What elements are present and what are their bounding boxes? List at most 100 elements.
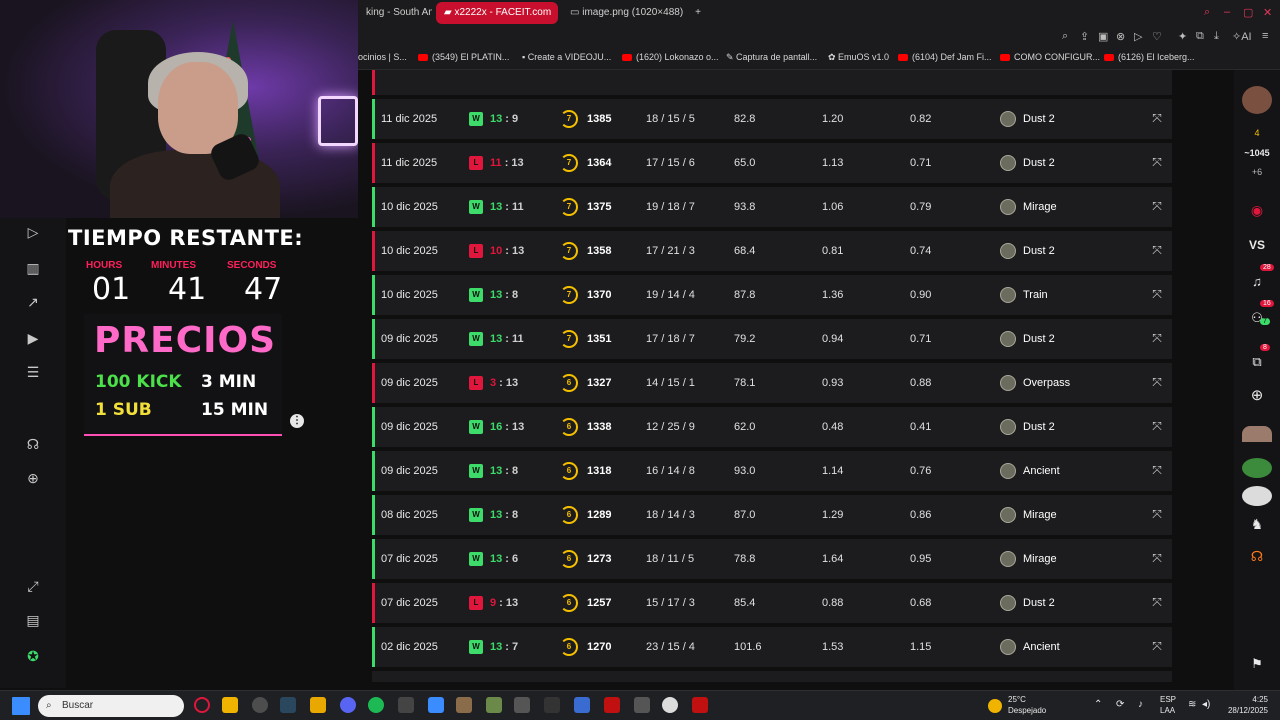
play-icon[interactable]: ▷ xyxy=(1134,30,1142,43)
network-icon[interactable]: ⟳ xyxy=(1116,699,1124,710)
chat-icon[interactable]: ⧉ xyxy=(1242,354,1272,370)
table-row[interactable] xyxy=(372,671,1172,682)
expand-match-icon[interactable]: ⤧ xyxy=(1150,551,1164,565)
trend-icon[interactable]: ↗ xyxy=(22,292,44,312)
bookmark-item[interactable]: ✎ Captura de pantall... xyxy=(726,52,817,63)
table-row[interactable]: 10 dic 2025 W 13 : 11 7 1375 19 / 18 / 7 93.8 1… xyxy=(372,187,1172,227)
new-tab-button[interactable]: + xyxy=(690,2,706,24)
table-row[interactable]: 10 dic 2025 L 10 : 13 7 1358 17 / 21 / 3 68.4 0… xyxy=(372,231,1172,271)
tab-image[interactable]: ▭ image.png (1020×488) xyxy=(562,2,688,24)
notes-icon[interactable] xyxy=(428,697,444,713)
video-icon[interactable]: ▶ xyxy=(22,328,44,348)
table-row[interactable]: 09 dic 2025 W 16 : 13 6 1338 12 / 25 / 9 62.0 0… xyxy=(372,407,1172,447)
table-row[interactable]: 08 dic 2025 W 13 : 8 6 1289 18 / 14 / 3 87.0 1.… xyxy=(372,495,1172,535)
maximize-icon[interactable]: ▢ xyxy=(1243,6,1253,19)
friend-avatar[interactable] xyxy=(1242,426,1272,442)
expand-match-icon[interactable]: ⤧ xyxy=(1150,199,1164,213)
add-friend-icon[interactable]: ⊕ xyxy=(1242,386,1272,404)
opera-icon[interactable] xyxy=(194,697,210,713)
table-row[interactable] xyxy=(372,70,1172,95)
expand-icon[interactable]: ⤢ xyxy=(22,576,44,596)
expand-match-icon[interactable]: ⤧ xyxy=(1150,419,1164,433)
table-row[interactable]: 07 dic 2025 L 9 : 13 6 1257 15 / 17 / 3 85.4 0.… xyxy=(372,583,1172,623)
support-icon[interactable]: ☊ xyxy=(1242,548,1272,565)
friend-avatar[interactable] xyxy=(1242,486,1272,506)
table-row[interactable]: 09 dic 2025 L 3 : 13 6 1327 14 / 15 / 1 78.1 0.… xyxy=(372,363,1172,403)
puzzle-icon[interactable]: ⧉ xyxy=(1196,30,1204,43)
extensions-icon[interactable]: ✦ xyxy=(1178,30,1187,43)
spotify-icon[interactable] xyxy=(368,697,384,713)
expand-match-icon[interactable]: ⤧ xyxy=(1150,243,1164,257)
mic-icon[interactable]: ♪ xyxy=(1138,699,1143,710)
expand-match-icon[interactable]: ⤧ xyxy=(1150,507,1164,521)
bookmark-item[interactable]: (6126) El Iceberg... xyxy=(1104,52,1195,62)
add-icon[interactable]: ⊕ xyxy=(22,468,44,488)
tab-faceit[interactable]: ▰ x2222x - FACEIT.com xyxy=(436,2,558,24)
weather-widget[interactable]: 25°C Despejado xyxy=(1008,694,1046,716)
star-icon[interactable]: ✪ xyxy=(22,646,44,666)
taskbar-search[interactable]: ⌕ Buscar xyxy=(38,695,184,717)
friend-avatar[interactable] xyxy=(1242,458,1272,478)
wifi-icon[interactable]: ≋ xyxy=(1188,699,1196,710)
expand-match-icon[interactable]: ⤧ xyxy=(1150,463,1164,477)
minimize-icon[interactable]: – xyxy=(1224,6,1230,18)
expand-match-icon[interactable]: ⤧ xyxy=(1150,111,1164,125)
bell-icon[interactable]: ♫ xyxy=(1242,274,1272,289)
car-icon[interactable] xyxy=(514,697,530,713)
volume-icon[interactable]: ◂) xyxy=(1202,699,1210,710)
close-icon[interactable]: ✕ xyxy=(1263,6,1272,19)
search-icon[interactable]: ⌕ xyxy=(1204,6,1210,19)
block-icon[interactable]: ⊗ xyxy=(1116,30,1125,43)
expand-match-icon[interactable]: ⤧ xyxy=(1150,375,1164,389)
share-icon[interactable]: ⇪ xyxy=(1080,30,1089,43)
obs-icon[interactable] xyxy=(662,697,678,713)
friend-avatar[interactable]: ♞ xyxy=(1242,516,1272,533)
avatar[interactable] xyxy=(1242,86,1272,114)
bookmark-item[interactable]: (1620) Lokonazo o... xyxy=(622,52,719,62)
table-row[interactable]: 09 dic 2025 W 13 : 11 7 1351 17 / 18 / 7 79.2 0… xyxy=(372,319,1172,359)
table-row[interactable]: 10 dic 2025 W 13 : 8 7 1370 19 / 14 / 4 87.8 1.… xyxy=(372,275,1172,315)
zoom-icon[interactable]: ⌕ xyxy=(1062,30,1068,43)
expand-match-icon[interactable]: ⤧ xyxy=(1150,595,1164,609)
app-icon[interactable] xyxy=(634,697,650,713)
language-indicator[interactable]: ESP LAA xyxy=(1160,694,1176,716)
list-icon[interactable]: ☰ xyxy=(22,362,44,382)
table-row[interactable]: 02 dic 2025 W 13 : 7 6 1270 23 / 15 / 4 101.6 1… xyxy=(372,627,1172,667)
download-icon[interactable]: ⤓ xyxy=(1214,30,1219,43)
bookmark-item[interactable]: COMO CONFIGUR... xyxy=(1000,52,1100,62)
expand-match-icon[interactable]: ⤧ xyxy=(1150,287,1164,301)
ai-button[interactable]: ✧AI xyxy=(1232,30,1252,43)
tab-ranking[interactable]: king - South Am xyxy=(358,2,432,24)
table-row[interactable]: 09 dic 2025 W 13 : 8 6 1318 16 / 14 / 8 93.0 1.… xyxy=(372,451,1172,491)
app-icon[interactable] xyxy=(398,697,414,713)
heart-icon[interactable]: ♡ xyxy=(1152,30,1162,43)
steam-icon[interactable] xyxy=(280,697,296,713)
bookmark-item[interactable]: (3549) El PLATIN... xyxy=(418,52,509,62)
table-row[interactable]: 11 dic 2025 W 13 : 9 7 1385 18 / 15 / 5 82.8 1.… xyxy=(372,99,1172,139)
info-icon[interactable]: ⋮ xyxy=(290,414,304,428)
tray-expand-icon[interactable]: ⌃ xyxy=(1094,699,1102,710)
faceit-logo-icon[interactable]: ⚑ xyxy=(1242,656,1272,672)
bookmark-item[interactable]: (6104) Def Jam Fi... xyxy=(898,52,992,62)
app-icon[interactable] xyxy=(544,697,560,713)
table-row[interactable]: 07 dic 2025 W 13 : 6 6 1273 18 / 11 / 5 78.8 1.… xyxy=(372,539,1172,579)
party-icon[interactable]: ◉ xyxy=(1242,202,1272,219)
app-icon[interactable] xyxy=(604,697,620,713)
app-icon[interactable] xyxy=(692,697,708,713)
game-icon[interactable] xyxy=(486,697,502,713)
windows-start-icon[interactable] xyxy=(12,697,30,715)
expand-match-icon[interactable]: ⤧ xyxy=(1150,639,1164,653)
discord-icon[interactable] xyxy=(340,697,356,713)
bookmark-item[interactable]: ✿ EmuOS v1.0 xyxy=(828,52,889,63)
play-icon[interactable]: ▷ xyxy=(22,222,44,242)
clock[interactable]: 4:25 28/12/2025 xyxy=(1226,694,1268,716)
screenshot-icon[interactable]: ▣ xyxy=(1098,30,1108,43)
bookmark-item[interactable]: ▪ Create a VIDEOJU... xyxy=(522,52,611,62)
headset-icon[interactable]: ☊ xyxy=(22,434,44,454)
table-row[interactable]: 11 dic 2025 L 11 : 13 7 1364 17 / 15 / 6 65.0 1… xyxy=(372,143,1172,183)
game-icon[interactable] xyxy=(456,697,472,713)
vs-button[interactable]: VS xyxy=(1242,238,1272,252)
stats-icon[interactable]: ▥ xyxy=(22,258,44,278)
expand-match-icon[interactable]: ⤧ xyxy=(1150,331,1164,345)
bookmark-item[interactable]: ocinios | S... xyxy=(358,52,407,62)
